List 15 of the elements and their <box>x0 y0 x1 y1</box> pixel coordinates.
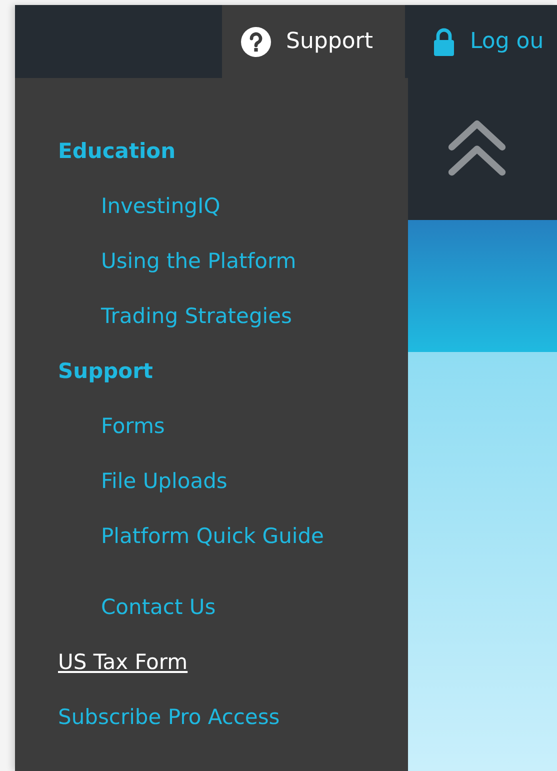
menu-link[interactable]: Using the Platform <box>101 234 296 289</box>
nav-tab[interactable]: Log ou <box>405 5 544 78</box>
nav-tab[interactable]: Support <box>222 5 405 78</box>
menu-link[interactable]: Subscribe Pro Access <box>58 690 280 745</box>
menu-link[interactable]: File Uploads <box>101 454 228 509</box>
menu-link[interactable]: Trading Strategies <box>101 289 292 344</box>
lock-icon <box>432 26 456 56</box>
help-icon <box>240 26 272 58</box>
menu-link[interactable]: Platform Quick Guide <box>101 509 324 564</box>
menu-heading[interactable]: Support <box>58 344 153 399</box>
menu-link[interactable]: InvestingIQ <box>101 179 220 234</box>
menu-link[interactable]: US Tax Form <box>58 635 188 690</box>
menu-link[interactable]: Contact Us <box>101 580 216 635</box>
menu-link[interactable]: Forms <box>101 399 165 454</box>
menu-heading[interactable]: Education <box>58 124 176 179</box>
